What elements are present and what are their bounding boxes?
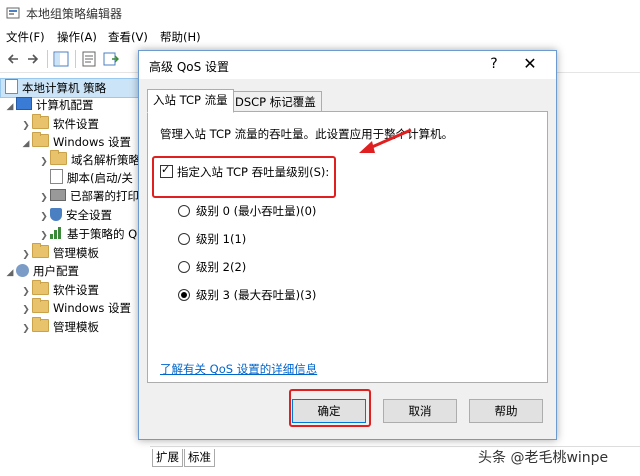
watermark-text: 头条 @老毛桃winpe [478,450,609,466]
radio-button-selected[interactable] [178,289,190,301]
group-policy-app-icon [6,7,20,19]
tree-item-admin-templates[interactable]: ❯ 管理模板 [20,243,99,262]
tree-item-label: 计算机配置 [36,98,94,112]
tree-item-label: Windows 设置 [53,301,131,315]
printer-icon [50,189,66,201]
tree-item-user-admin-templates[interactable]: ❯ 管理模板 [20,317,99,338]
tree-item-local-computer-policy[interactable]: 本地计算机 策略 [0,78,150,98]
annotation-arrow-icon [359,128,412,153]
tab-inbound-tcp[interactable]: 入站 TCP 流量 [147,89,234,113]
annotation-box-ok [289,389,371,427]
tree-item-label: 管理模板 [53,320,99,334]
tree-item-policy-based-qos[interactable]: ❯ 基于策略的 Q [38,225,137,243]
chevron-right-icon[interactable]: ❯ [20,301,32,319]
chevron-right-icon[interactable]: ❯ [38,189,50,207]
radio-label: 级别 1(1) [196,232,247,246]
chevron-right-icon[interactable]: ❯ [38,208,50,226]
tab-dscp-override[interactable]: DSCP 标记覆盖 [229,91,322,113]
tree-item-software-settings[interactable]: ❯ 软件设置 [20,114,99,133]
tree-item-label: 软件设置 [53,283,99,297]
menu-action[interactable]: 操作(A) [57,29,97,45]
tree-item-label: 用户配置 [33,264,79,278]
chevron-down-icon[interactable]: ◢ [4,264,16,282]
folder-icon [50,150,67,165]
export-list-icon[interactable] [102,50,120,68]
help-button[interactable]: 帮助 [469,399,543,423]
tree-item-label: 已部署的打印 [70,189,139,203]
radio-label: 级别 3 (最大吞吐量)(3) [196,288,317,302]
dialog-titlebar: 高级 QoS 设置 ? ✕ [139,51,556,79]
radio-button[interactable] [178,233,190,245]
tree-item-label: 基于策略的 Q [67,227,138,241]
tree-item-scripts[interactable]: 脚本(启动/关 [38,169,133,187]
learn-more-link[interactable]: 了解有关 QoS 设置的详细信息 [160,361,317,377]
radio-level-1[interactable]: 级别 1(1) [178,231,246,247]
menu-bar: 文件(F) 操作(A) 查看(V) 帮助(H) [0,26,640,46]
tree-item-label: 脚本(启动/关 [67,171,133,185]
shield-icon [50,208,62,221]
user-icon [16,264,29,277]
window-title: 本地组策略编辑器 [26,7,123,21]
tree-item-user-windows-settings[interactable]: ❯ Windows 设置 [20,298,131,319]
folder-icon [32,298,49,313]
dialog-title: 高级 QoS 设置 [149,60,230,74]
console-tree: 本地计算机 策略 ◢ 计算机配置 ❯ 软件设置 ◢ Windows 设置 ❯ 域名解析策… [0,78,150,448]
tree-item-label: 安全设置 [66,208,112,222]
tree-item-deployed-printers[interactable]: ❯ 已部署的打印 [38,187,139,205]
radio-label: 级别 2(2) [196,260,247,274]
menu-view[interactable]: 查看(V) [108,29,148,45]
tree-item-label: 域名解析策略 [71,153,140,167]
tree-item-label: 本地计算机 策略 [22,81,107,95]
tab-standard[interactable]: 标准 [184,449,215,467]
tree-item-dns-policy[interactable]: ❯ 域名解析策略 [38,150,140,169]
show-tree-icon[interactable] [52,50,70,68]
menu-file[interactable]: 文件(F) [6,29,45,45]
chevron-down-icon[interactable]: ◢ [4,98,16,116]
annotation-box-checkbox [152,156,336,198]
radio-level-0[interactable]: 级别 0 (最小吞吐量)(0) [178,203,316,219]
cancel-button[interactable]: 取消 [383,399,457,423]
tree-item-user-software-settings[interactable]: ❯ 软件设置 [20,280,99,299]
advanced-qos-dialog: 高级 QoS 设置 ? ✕ 入站 TCP 流量 DSCP 标记覆盖 管理入站 T… [138,50,557,440]
back-arrow-icon[interactable] [4,50,22,68]
chevron-down-icon[interactable]: ◢ [20,135,32,153]
policy-icon [5,79,18,94]
tree-item-windows-settings[interactable]: ◢ Windows 设置 [20,132,131,153]
radio-level-2[interactable]: 级别 2(2) [178,259,246,275]
folder-icon [32,243,49,258]
tree-item-label: Windows 设置 [53,135,131,149]
properties-icon[interactable] [80,50,98,68]
close-icon[interactable]: ✕ [519,54,541,73]
tree-item-label: 管理模板 [53,246,99,260]
radio-level-3[interactable]: 级别 3 (最大吞吐量)(3) [178,287,316,303]
script-icon [50,169,63,184]
radio-label: 级别 0 (最小吞吐量)(0) [196,204,317,218]
computer-icon [16,97,32,110]
menu-help[interactable]: 帮助(H) [160,29,201,45]
tab-extended[interactable]: 扩展 [152,449,183,467]
tree-item-user-config[interactable]: ◢ 用户配置 [4,262,79,280]
window-titlebar: 本地组策略编辑器 [0,0,640,26]
folder-icon [32,114,49,129]
bar-chart-icon [50,227,63,239]
tree-item-computer-config[interactable]: ◢ 计算机配置 [4,96,94,114]
folder-icon [32,280,49,295]
chevron-right-icon[interactable]: ❯ [20,320,32,338]
tree-item-label: 软件设置 [53,117,99,131]
forward-arrow-icon[interactable] [24,50,42,68]
radio-button[interactable] [178,205,190,217]
tab-panel: 管理入站 TCP 流量的吞吐量。此设置应用于整个计算机。 指定入站 TCP 吞吐… [147,111,548,383]
folder-icon [32,317,49,332]
radio-button[interactable] [178,261,190,273]
toolbar-separator [75,50,76,68]
help-icon[interactable]: ? [484,56,504,72]
tree-item-security-settings[interactable]: ❯ 安全设置 [38,206,112,224]
toolbar-separator [47,50,48,68]
folder-icon [32,132,49,147]
